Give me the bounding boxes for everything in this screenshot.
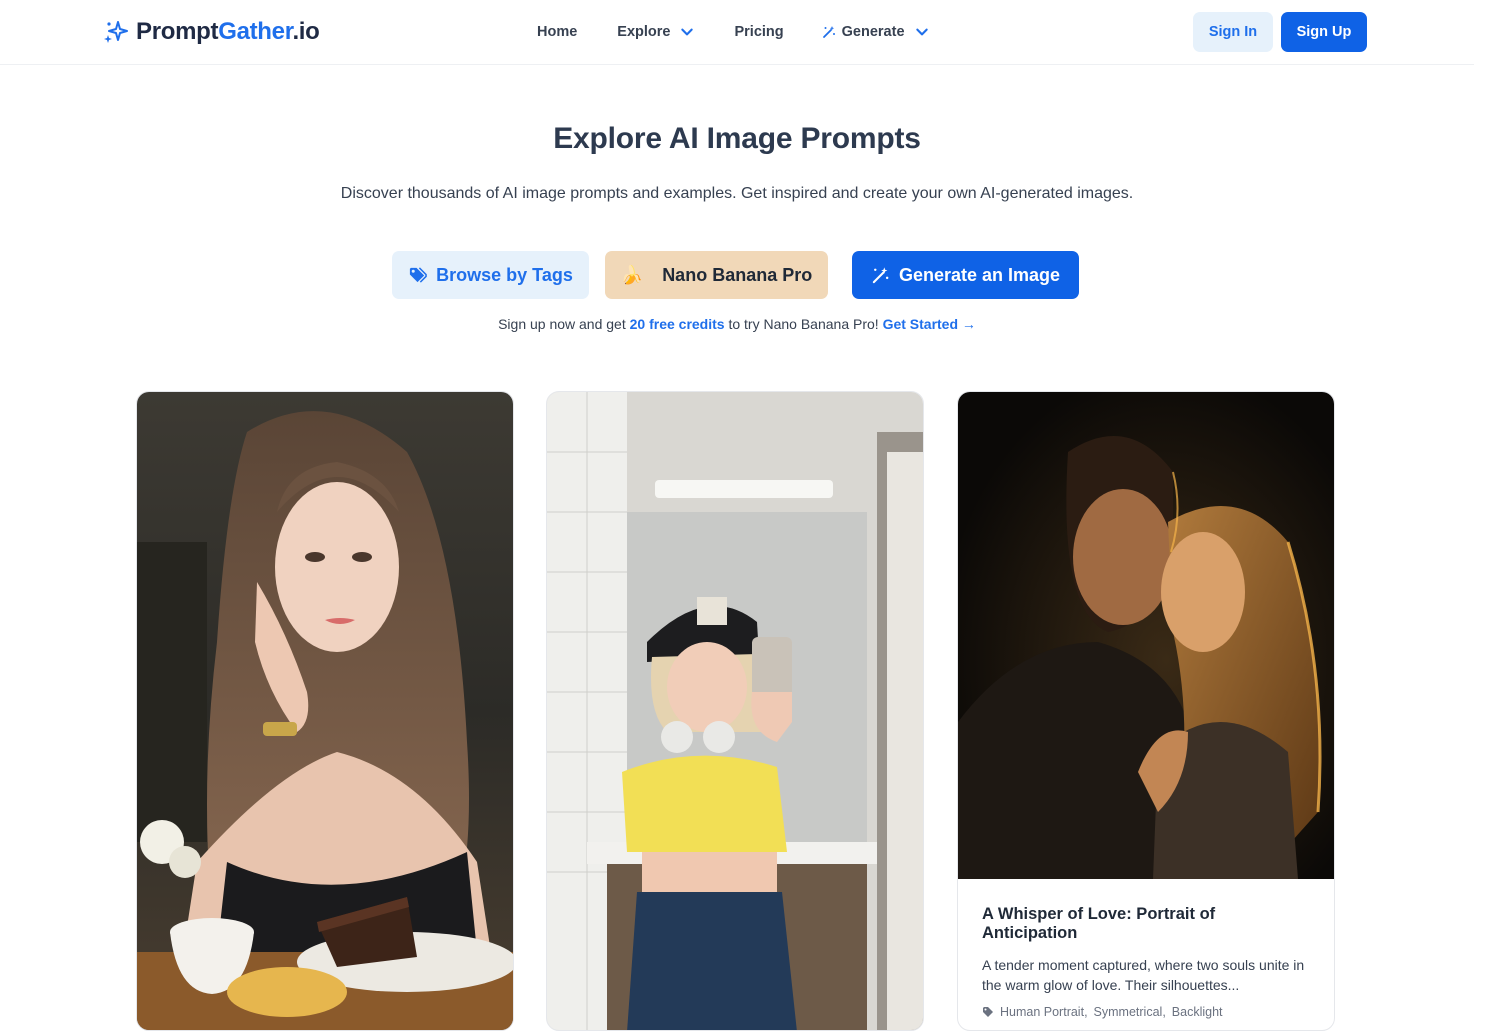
nano-banana-pro-label: Nano Banana Pro bbox=[662, 264, 813, 285]
generate-image-label: Generate an Image bbox=[898, 264, 1061, 285]
tag-label[interactable]: Backlight bbox=[1172, 1005, 1223, 1019]
tag-icon bbox=[410, 266, 427, 283]
site-header: PromptGather.io Home Explore Pricing Gen… bbox=[0, 0, 1474, 65]
tag-label[interactable]: Human Portrait, bbox=[1000, 1005, 1088, 1019]
card-image bbox=[958, 392, 1334, 879]
chevron-down-icon bbox=[681, 28, 694, 36]
nav-home[interactable]: Home bbox=[537, 24, 577, 40]
chevron-down-icon bbox=[915, 28, 928, 36]
nav-pricing-label: Pricing bbox=[734, 24, 784, 40]
card-image bbox=[137, 392, 513, 1030]
magic-wand-icon bbox=[872, 266, 889, 283]
banana-icon: 🍌 bbox=[620, 264, 644, 285]
prompt-card[interactable] bbox=[546, 391, 924, 1031]
page-title: Explore AI Image Prompts bbox=[553, 122, 921, 155]
card-description: A tender moment captured, where two soul… bbox=[982, 957, 1305, 993]
prompt-card[interactable] bbox=[136, 391, 514, 1031]
sign-in-button[interactable]: Sign In bbox=[1193, 12, 1273, 52]
tag-icon bbox=[983, 1007, 993, 1017]
generate-image-button[interactable]: Generate an Image bbox=[852, 251, 1079, 299]
tag-label[interactable]: Symmetrical, bbox=[1094, 1005, 1166, 1019]
sign-up-button[interactable]: Sign Up bbox=[1281, 12, 1367, 52]
site-logo[interactable]: PromptGather.io bbox=[103, 16, 320, 48]
browse-by-tags-button[interactable]: Browse by Tags bbox=[392, 251, 589, 299]
nano-banana-pro-button[interactable]: 🍌 Nano Banana Pro bbox=[605, 251, 828, 299]
nav-explore-dropdown[interactable]: Explore bbox=[617, 24, 694, 40]
promo-prefix: Sign up now and get bbox=[498, 316, 630, 332]
browse-by-tags-label: Browse by Tags bbox=[436, 264, 573, 285]
card-title: A Whisper of Love: Portrait of Anticipat… bbox=[982, 905, 1216, 942]
signup-promo: Sign up now and get 20 free credits to t… bbox=[0, 316, 1474, 332]
card-tags: Human Portrait, Symmetrical, Backlight bbox=[982, 1005, 1310, 1019]
card-body: A Whisper of Love: Portrait of Anticipat… bbox=[958, 879, 1334, 1019]
magic-wand-icon bbox=[822, 26, 835, 38]
sparkles-logo-icon bbox=[104, 21, 128, 43]
nav-generate-label: Generate bbox=[841, 24, 905, 40]
nav-pricing[interactable]: Pricing bbox=[734, 24, 783, 40]
card-image bbox=[547, 392, 923, 1030]
main-nav: Home Explore Pricing Generate bbox=[537, 20, 929, 44]
nav-explore-label: Explore bbox=[617, 24, 671, 40]
get-started-link[interactable]: Get Started → bbox=[883, 316, 976, 332]
page-subtitle: Discover thousands of AI image prompts a… bbox=[340, 185, 1134, 202]
promo-middle: to try Nano Banana Pro! bbox=[724, 316, 883, 332]
prompt-card[interactable]: A Whisper of Love: Portrait of Anticipat… bbox=[957, 391, 1335, 1031]
site-name: PromptGather.io bbox=[136, 18, 320, 45]
nav-generate-dropdown[interactable]: Generate bbox=[822, 24, 929, 40]
promo-credits: 20 free credits bbox=[629, 316, 725, 332]
nav-home-label: Home bbox=[537, 24, 578, 40]
